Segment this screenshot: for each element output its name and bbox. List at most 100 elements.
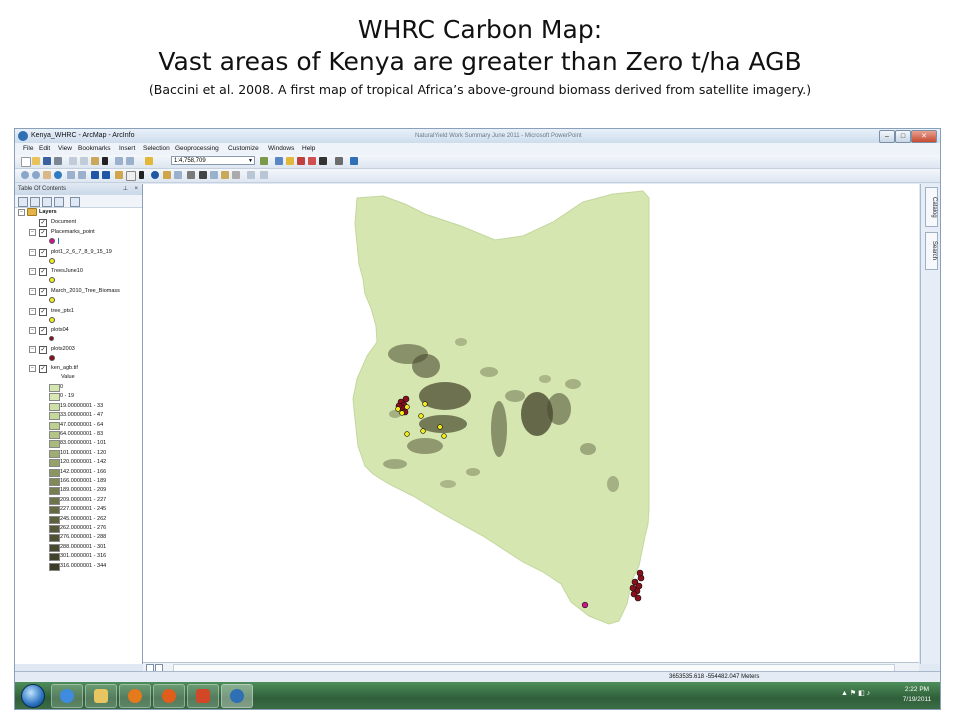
- legend-swatch[interactable]: [49, 506, 60, 515]
- menu-help[interactable]: Help: [302, 143, 315, 155]
- back-extent-icon[interactable]: [91, 171, 99, 179]
- collapse-icon[interactable]: −: [29, 229, 36, 236]
- list-by-drawing-order-icon[interactable]: [18, 197, 28, 207]
- taskbar-powerpoint[interactable]: [187, 684, 219, 708]
- legend-swatch[interactable]: [49, 478, 60, 486]
- fixed-zoom-in-icon[interactable]: [67, 171, 75, 179]
- list-by-source-icon[interactable]: [30, 197, 40, 207]
- plot-point-yellow[interactable]: [404, 404, 410, 410]
- plot-point-maroon[interactable]: [634, 594, 642, 602]
- find-route-icon[interactable]: [210, 171, 218, 179]
- toc-options-icon[interactable]: [70, 197, 80, 207]
- plot-point-yellow[interactable]: [420, 428, 426, 434]
- menu-customize[interactable]: Customize: [228, 143, 259, 155]
- menu-insert[interactable]: Insert: [119, 143, 135, 155]
- open-folder-icon[interactable]: [32, 157, 40, 165]
- menu-selection[interactable]: Selection: [143, 143, 170, 155]
- copy-icon[interactable]: [80, 157, 88, 165]
- legend-swatch[interactable]: [49, 402, 60, 411]
- clear-selection-icon[interactable]: [126, 171, 136, 181]
- plot-point-yellow[interactable]: [404, 431, 410, 437]
- list-by-selection-icon[interactable]: [54, 197, 64, 207]
- layer-visibility-checkbox[interactable]: ✓: [39, 288, 47, 296]
- taskbar-media-player[interactable]: [119, 684, 151, 708]
- map-display[interactable]: [143, 184, 919, 662]
- layer-visibility-checkbox[interactable]: ✓: [39, 219, 47, 227]
- zoom-out-icon[interactable]: [32, 171, 40, 179]
- table-of-contents-icon[interactable]: [275, 157, 283, 165]
- layer-visibility-checkbox[interactable]: ✓: [39, 308, 47, 316]
- maximize-button[interactable]: □: [895, 130, 911, 143]
- paste-icon[interactable]: [91, 157, 99, 165]
- layer-visibility-checkbox[interactable]: ✓: [39, 327, 47, 335]
- plot-point-yellow[interactable]: [422, 401, 428, 407]
- layer-visibility-checkbox[interactable]: ✓: [39, 268, 47, 276]
- delete-icon[interactable]: [102, 157, 108, 165]
- taskbar-file-explorer[interactable]: [85, 684, 117, 708]
- new-document-icon[interactable]: [21, 157, 31, 167]
- find-binoculars-icon[interactable]: [199, 171, 207, 179]
- collapse-icon[interactable]: −: [29, 268, 36, 275]
- full-extent-icon[interactable]: [54, 171, 62, 179]
- collapse-icon[interactable]: −: [18, 209, 25, 216]
- search-window-icon[interactable]: [297, 157, 305, 165]
- layer-visibility-checkbox[interactable]: ✓: [39, 365, 47, 373]
- plot-point-yellow[interactable]: [437, 424, 443, 430]
- pin-icon[interactable]: ⊥: [123, 184, 128, 195]
- legend-swatch[interactable]: [49, 487, 60, 496]
- zoom-in-icon[interactable]: [21, 171, 29, 179]
- legend-swatch[interactable]: [49, 543, 60, 552]
- legend-swatch[interactable]: [49, 459, 60, 468]
- collapse-icon[interactable]: −: [29, 365, 36, 372]
- collapse-icon[interactable]: −: [29, 308, 36, 315]
- measure-icon[interactable]: [187, 171, 195, 179]
- collapse-icon[interactable]: −: [29, 249, 36, 256]
- system-tray-icons[interactable]: ▲ ⚑ ◧ ♪: [841, 689, 870, 697]
- plot-point-yellow[interactable]: [441, 433, 447, 439]
- editor-toolbar-icon[interactable]: [260, 157, 268, 165]
- list-by-visibility-icon[interactable]: [42, 197, 52, 207]
- menu-edit[interactable]: Edit: [39, 143, 50, 155]
- pan-hand-icon[interactable]: [43, 171, 51, 179]
- plot-point-yellow[interactable]: [418, 413, 424, 419]
- map-scale-dropdown[interactable]: 1:4,758,709 ▼: [171, 156, 255, 165]
- menu-geoprocessing[interactable]: Geoprocessing: [175, 143, 219, 155]
- legend-swatch[interactable]: [49, 562, 60, 571]
- layer-visibility-checkbox[interactable]: ✓: [39, 346, 47, 354]
- select-features-icon[interactable]: [115, 171, 123, 179]
- catalog-window-icon[interactable]: [286, 157, 294, 165]
- menu-bookmarks[interactable]: Bookmarks: [78, 143, 111, 155]
- identify-icon[interactable]: [151, 171, 159, 179]
- cut-icon[interactable]: [69, 157, 77, 165]
- plot-point-maroon[interactable]: [636, 569, 644, 577]
- python-window-icon[interactable]: [319, 157, 327, 165]
- collapse-icon[interactable]: −: [29, 288, 36, 295]
- plot-point-yellow[interactable]: [399, 410, 405, 416]
- legend-swatch[interactable]: [49, 431, 60, 439]
- search-tab[interactable]: Search: [925, 232, 938, 270]
- menu-file[interactable]: File: [23, 143, 33, 155]
- legend-swatch[interactable]: [49, 384, 60, 392]
- legend-swatch[interactable]: [49, 393, 60, 402]
- legend-swatch[interactable]: [49, 421, 60, 430]
- layer-visibility-checkbox[interactable]: ✓: [39, 249, 47, 257]
- layer-visibility-checkbox[interactable]: ✓: [39, 229, 47, 237]
- legend-swatch[interactable]: [49, 449, 60, 458]
- legend-swatch[interactable]: [49, 515, 60, 524]
- undo-icon[interactable]: [115, 157, 123, 165]
- plot-point-maroon[interactable]: [629, 584, 637, 592]
- close-button[interactable]: ✕: [911, 130, 937, 143]
- start-button[interactable]: [21, 684, 45, 708]
- model-builder-icon[interactable]: [335, 157, 343, 165]
- legend-swatch[interactable]: [49, 534, 60, 543]
- print-icon[interactable]: [54, 157, 62, 165]
- taskbar-internet-explorer[interactable]: [51, 684, 83, 708]
- html-popup-icon[interactable]: [174, 171, 182, 179]
- menu-view[interactable]: View: [58, 143, 72, 155]
- plot-point-yellow[interactable]: [395, 406, 401, 412]
- time-slider-icon[interactable]: [232, 171, 240, 179]
- minimize-button[interactable]: –: [879, 130, 895, 143]
- placemark-point[interactable]: [581, 601, 589, 609]
- collapse-icon[interactable]: −: [29, 327, 36, 334]
- legend-swatch[interactable]: [49, 440, 60, 449]
